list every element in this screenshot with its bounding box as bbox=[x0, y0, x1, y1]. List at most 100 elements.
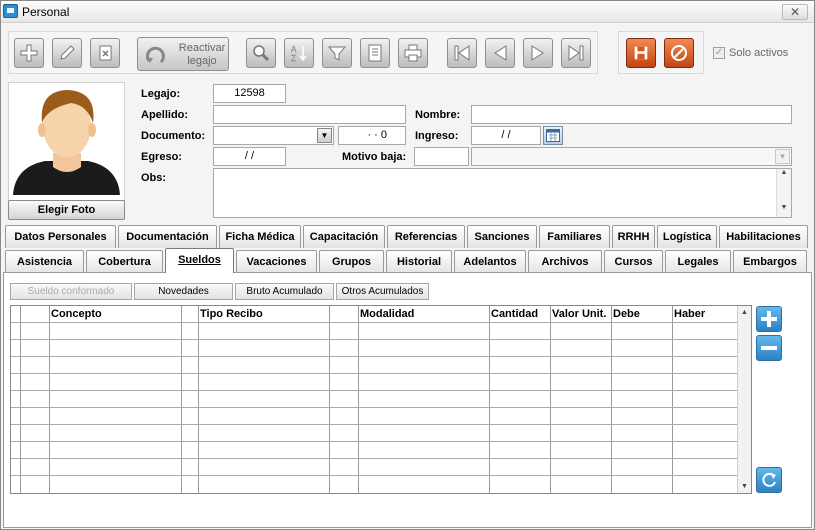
legajo-field[interactable]: 12598 bbox=[213, 84, 286, 103]
tab-cursos[interactable]: Cursos bbox=[604, 250, 663, 273]
search-icon bbox=[253, 45, 270, 62]
tab-cobertura[interactable]: Cobertura bbox=[86, 250, 163, 273]
table-row[interactable] bbox=[11, 373, 738, 374]
tab-datos-personales[interactable]: Datos Personales bbox=[5, 225, 116, 248]
nombre-field[interactable] bbox=[471, 105, 792, 124]
svg-text:A: A bbox=[291, 45, 297, 54]
table-row[interactable] bbox=[11, 407, 738, 408]
table-row[interactable] bbox=[11, 339, 738, 340]
tab-adelantos[interactable]: Adelantos bbox=[454, 250, 526, 273]
tab-rrhh[interactable]: RRHH bbox=[612, 225, 655, 248]
grid-line bbox=[49, 306, 50, 493]
subtab-sueldo-conformado[interactable]: Sueldo conformado bbox=[10, 283, 132, 300]
column-header-tipo-recibo[interactable]: Tipo Recibo bbox=[198, 306, 263, 322]
column-header-concepto[interactable]: Concepto bbox=[49, 306, 102, 322]
elegir-foto-button[interactable]: Elegir Foto bbox=[8, 200, 125, 220]
obs-textarea[interactable] bbox=[213, 168, 792, 218]
motivo-baja-select[interactable]: ▼ bbox=[471, 147, 792, 166]
apellido-label: Apellido: bbox=[141, 109, 189, 121]
table-row[interactable] bbox=[11, 424, 738, 425]
tab-embargos[interactable]: Embargos bbox=[733, 250, 807, 273]
tab-grupos[interactable]: Grupos bbox=[319, 250, 384, 273]
search-button[interactable] bbox=[246, 38, 276, 68]
print-icon bbox=[404, 44, 422, 62]
subtab-bruto-acumulado[interactable]: Bruto Acumulado bbox=[235, 283, 334, 300]
table-row[interactable] bbox=[11, 390, 738, 391]
grid-line bbox=[358, 306, 359, 493]
report-button[interactable] bbox=[360, 38, 390, 68]
scroll-up-icon[interactable]: ▲ bbox=[738, 309, 751, 316]
sort-button[interactable]: AZ bbox=[284, 38, 314, 68]
column-header-cantidad[interactable]: Cantidad bbox=[489, 306, 538, 322]
cancel-button[interactable] bbox=[664, 38, 694, 68]
add-button[interactable] bbox=[14, 38, 44, 68]
first-record-button[interactable] bbox=[447, 38, 477, 68]
add-row-button[interactable] bbox=[756, 306, 782, 332]
tab-referencias[interactable]: Referencias bbox=[387, 225, 465, 248]
column-header-modalidad[interactable]: Modalidad bbox=[358, 306, 414, 322]
subtab-novedades[interactable]: Novedades bbox=[134, 283, 233, 300]
tab-vacaciones[interactable]: Vacaciones bbox=[236, 250, 317, 273]
grid-line bbox=[611, 306, 612, 493]
close-button[interactable]: ✕ bbox=[782, 4, 808, 20]
avatar-placeholder-icon bbox=[13, 90, 120, 195]
grid-line bbox=[672, 306, 673, 493]
table-row[interactable] bbox=[11, 475, 738, 476]
obs-label: Obs: bbox=[141, 172, 167, 184]
solo-activos-checkbox[interactable]: ✓ Solo activos bbox=[713, 47, 788, 59]
remove-row-button[interactable] bbox=[756, 335, 782, 361]
sort-az-icon: AZ bbox=[291, 45, 307, 63]
refresh-button[interactable] bbox=[756, 467, 782, 493]
ingreso-field[interactable]: / / bbox=[471, 126, 541, 145]
chevron-down-icon[interactable]: ▼ bbox=[775, 149, 790, 164]
previous-record-button[interactable] bbox=[485, 38, 515, 68]
grid-vertical-scrollbar[interactable]: ▲ ▼ bbox=[737, 306, 751, 493]
scroll-down-icon[interactable]: ▼ bbox=[738, 483, 751, 490]
documento-numero-field[interactable]: · · 0 bbox=[338, 126, 406, 145]
save-button[interactable] bbox=[626, 38, 656, 68]
tab-ficha-medica[interactable]: Ficha Médica bbox=[219, 225, 301, 248]
scroll-up-icon[interactable]: ▲ bbox=[777, 169, 791, 176]
print-button[interactable] bbox=[398, 38, 428, 68]
filter-button[interactable] bbox=[322, 38, 352, 68]
tab-sueldos[interactable]: Sueldos bbox=[165, 248, 234, 273]
personal-window: Personal ✕ Reactivar legajo AZ ✓ Solo ac… bbox=[0, 0, 815, 530]
apellido-field[interactable] bbox=[213, 105, 406, 124]
tab-asistencia[interactable]: Asistencia bbox=[5, 250, 84, 273]
last-record-button[interactable] bbox=[561, 38, 591, 68]
table-row[interactable] bbox=[11, 441, 738, 442]
table-row[interactable] bbox=[11, 458, 738, 459]
delete-button[interactable] bbox=[90, 38, 120, 68]
tab-historial[interactable]: Historial bbox=[386, 250, 452, 273]
egreso-field[interactable]: / / bbox=[213, 147, 286, 166]
grid-line bbox=[20, 306, 21, 493]
tab-habilitaciones[interactable]: Habilitaciones bbox=[719, 225, 808, 248]
tab-sanciones[interactable]: Sanciones bbox=[467, 225, 537, 248]
tab-familiares[interactable]: Familiares bbox=[539, 225, 610, 248]
tab-capacitacion[interactable]: Capacitación bbox=[303, 225, 385, 248]
legajo-label: Legajo: bbox=[141, 88, 181, 100]
sueldos-grid[interactable]: Concepto Tipo Recibo Modalidad Cantidad … bbox=[10, 305, 752, 494]
column-header-debe[interactable]: Debe bbox=[611, 306, 640, 322]
grid-line bbox=[489, 306, 490, 493]
reactivar-legajo-button[interactable]: Reactivar legajo bbox=[137, 37, 229, 71]
edit-button[interactable] bbox=[52, 38, 82, 68]
column-header-valor-unit[interactable]: Valor Unit. bbox=[550, 306, 606, 322]
tab-archivos[interactable]: Archivos bbox=[528, 250, 602, 273]
chevron-down-icon[interactable]: ▼ bbox=[317, 128, 332, 143]
subtab-otros-acumulados[interactable]: Otros Acumulados bbox=[336, 283, 429, 300]
calendar-button[interactable] bbox=[543, 126, 563, 145]
motivo-baja-code-field[interactable] bbox=[414, 147, 469, 166]
documento-tipo-select[interactable]: ▼ bbox=[213, 126, 334, 145]
table-row[interactable] bbox=[11, 356, 738, 357]
column-header-haber[interactable]: Haber bbox=[672, 306, 705, 322]
tab-logistica[interactable]: Logística bbox=[657, 225, 717, 248]
obs-scrollbar[interactable]: ▲ ▼ bbox=[776, 169, 791, 217]
last-record-icon bbox=[568, 45, 584, 61]
scroll-down-icon[interactable]: ▼ bbox=[777, 204, 791, 211]
tab-legales[interactable]: Legales bbox=[665, 250, 731, 273]
plus-icon bbox=[761, 311, 777, 327]
ingreso-label: Ingreso: bbox=[415, 130, 459, 142]
next-record-button[interactable] bbox=[523, 38, 553, 68]
tab-documentacion[interactable]: Documentación bbox=[118, 225, 217, 248]
